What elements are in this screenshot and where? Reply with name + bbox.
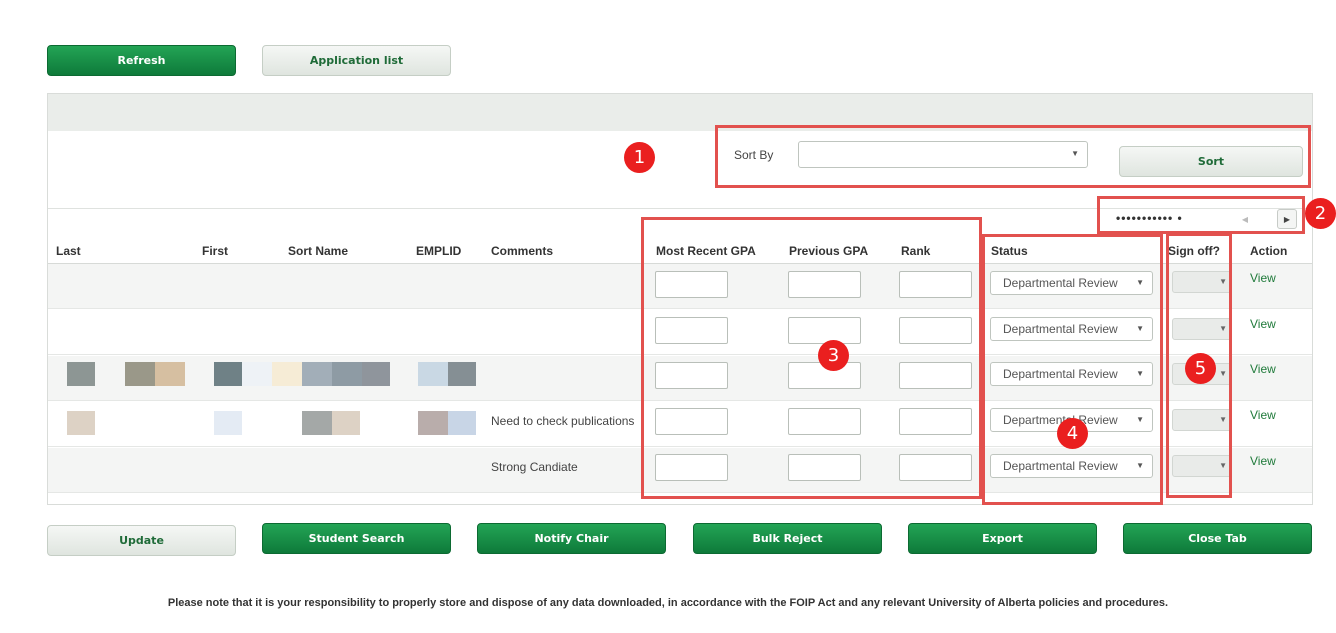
redacted-last [67,411,95,435]
callout-badge-4: 4 [1057,418,1088,449]
view-link[interactable]: View [1250,271,1276,285]
callout-badge-1: 1 [624,142,655,173]
callout-box-status [982,234,1163,505]
callout-box-pager [1097,196,1305,234]
callout-badge-5: 5 [1185,353,1216,384]
callout-badge-2: 2 [1305,198,1336,229]
bulk-reject-button[interactable]: Bulk Reject [693,523,882,554]
notify-chair-button[interactable]: Notify Chair [477,523,666,554]
column-header-sort-name: Sort Name [288,244,349,258]
application-list-button[interactable]: Application list [262,45,451,76]
redacted-sort-name [332,411,360,435]
redacted-sort-name [214,362,242,386]
column-header-emplid: EMPLID [416,244,462,258]
redacted-sort-name [242,362,272,386]
redacted-sort-name [272,362,302,386]
column-header-action: Action [1250,244,1288,258]
comment-text: Strong Candiate [491,460,578,474]
view-link[interactable]: View [1250,362,1276,376]
column-header-last: Last [56,244,81,258]
redacted-sort-name [362,362,390,386]
redacted-emplid [418,411,448,435]
callout-badge-3: 3 [818,340,849,371]
view-link[interactable]: View [1250,317,1276,331]
redacted-sort-name [332,362,362,386]
export-button[interactable]: Export [908,523,1097,554]
redacted-emplid [448,411,476,435]
comment-text: Need to check publications [491,414,635,428]
view-link[interactable]: View [1250,454,1276,468]
redacted-last [67,362,95,386]
student-search-button[interactable]: Student Search [262,523,451,554]
redacted-sort-name [214,411,242,435]
column-header-first: First [202,244,229,258]
callout-box-sort [715,125,1311,188]
redacted-emplid [448,362,476,386]
redacted-first [125,362,155,386]
view-link[interactable]: View [1250,408,1276,422]
refresh-button[interactable]: Refresh [47,45,236,76]
data-handling-notice: Please note that it is your responsibili… [167,597,1169,609]
close-tab-button[interactable]: Close Tab [1123,523,1312,554]
callout-box-gpa-rank [641,217,982,499]
redacted-sort-name [302,362,332,386]
column-header-comments: Comments [491,244,554,258]
update-button[interactable]: Update [47,525,236,556]
redacted-first [155,362,185,386]
redacted-emplid [418,362,448,386]
redacted-sort-name [302,411,332,435]
